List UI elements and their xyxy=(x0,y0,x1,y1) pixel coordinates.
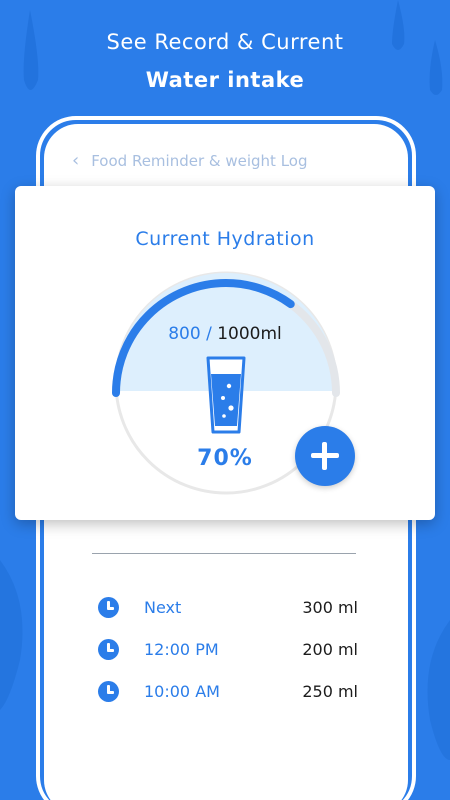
hydration-card: Current Hydration 800 / 1000ml 70% xyxy=(15,186,435,520)
add-water-button[interactable] xyxy=(295,426,355,486)
clock-icon xyxy=(98,680,119,702)
clock-icon xyxy=(98,638,119,660)
app-bar: ‹ Food Reminder & weight Log xyxy=(72,150,308,171)
list-item[interactable]: 12:00 PM 200 ml xyxy=(98,628,358,670)
log-amount: 250 ml xyxy=(302,681,358,701)
target-intake: 1000ml xyxy=(217,324,282,344)
divider xyxy=(92,553,356,554)
hydration-percent: 70% xyxy=(197,446,253,471)
log-time: Next xyxy=(144,597,182,617)
intake-reading: 800 / 1000ml xyxy=(15,324,435,344)
log-time: 12:00 PM xyxy=(144,639,219,659)
reading-separator: / xyxy=(206,324,212,344)
headline-line-2: Water intake xyxy=(145,68,305,92)
list-item[interactable]: 10:00 AM 250 ml xyxy=(98,670,358,712)
chevron-left-icon[interactable]: ‹ xyxy=(72,150,79,171)
clock-icon xyxy=(98,596,119,618)
log-amount: 300 ml xyxy=(302,597,358,617)
app-bar-title: Food Reminder & weight Log xyxy=(91,151,308,170)
log-amount: 200 ml xyxy=(302,639,358,659)
current-intake: 800 xyxy=(168,324,201,344)
water-glass-icon xyxy=(206,356,246,434)
intake-log-list: Next 300 ml 12:00 PM 200 ml 10:00 AM 250… xyxy=(98,586,358,712)
list-item[interactable]: Next 300 ml xyxy=(98,586,358,628)
log-time: 10:00 AM xyxy=(144,681,220,701)
headline-line-1: See Record & Current xyxy=(106,30,344,54)
